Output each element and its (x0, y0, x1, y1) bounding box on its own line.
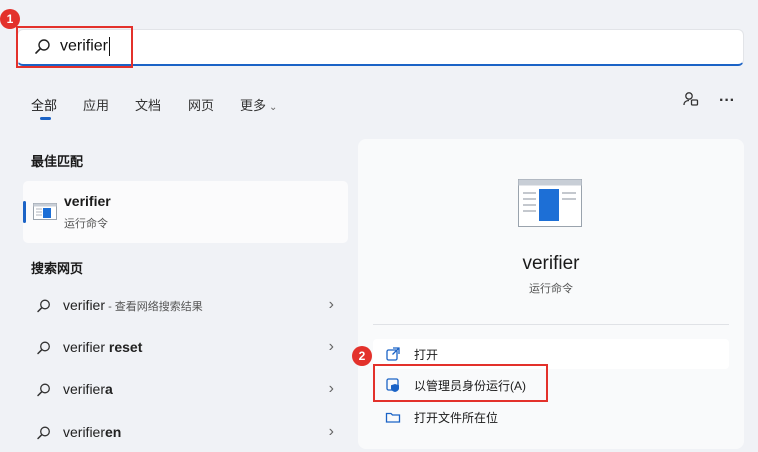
chevron-right-icon: › (328, 380, 334, 397)
best-match-card[interactable] (23, 181, 348, 243)
more-options-icon[interactable]: ··· (715, 89, 739, 113)
open-external-icon (385, 346, 401, 362)
web-search-text: verifier - 查看网络搜索结果 (63, 297, 203, 313)
callout-badge-1: 1 (0, 9, 20, 29)
run-command-large-icon (518, 179, 582, 232)
tab-apps[interactable]: 应用 (83, 95, 109, 114)
search-icon (36, 298, 52, 314)
tab-documents[interactable]: 文档 (135, 95, 161, 114)
tab-all[interactable]: 全部 (31, 95, 57, 114)
chevron-right-icon: › (328, 296, 334, 313)
tab-more-label: 更多 (240, 98, 267, 113)
search-icon (36, 382, 52, 398)
tab-web[interactable]: 网页 (188, 95, 214, 114)
web-search-heading: 搜索网页 (31, 261, 84, 276)
chevron-right-icon: › (328, 423, 334, 440)
open-file-location-label: 打开文件所在位 (414, 411, 499, 425)
chevron-down-icon: ⌄ (269, 102, 278, 113)
search-icon (36, 425, 52, 441)
best-match-title: verifier (64, 193, 111, 209)
callout-box-run-as-admin (373, 364, 548, 402)
web-search-text: verifieren (63, 424, 122, 440)
preview-title: verifier (522, 253, 580, 274)
best-match-heading: 最佳匹配 (31, 154, 84, 169)
run-command-icon (33, 203, 57, 225)
best-match-subtitle: 运行命令 (64, 218, 108, 230)
active-tab-indicator (40, 117, 51, 120)
callout-badge-2: 2 (352, 346, 372, 366)
account-switch-icon[interactable] (679, 90, 703, 114)
web-search-item[interactable]: verifieren › (23, 416, 348, 452)
selection-accent (23, 201, 26, 223)
tab-more[interactable]: 更多 ⌄ (240, 95, 277, 114)
folder-icon (385, 409, 401, 425)
open-file-location-action[interactable]: 打开文件所在位 (373, 402, 729, 432)
divider (373, 324, 729, 325)
callout-box-search (16, 26, 133, 68)
search-icon (36, 340, 52, 356)
preview-subtitle: 运行命令 (529, 283, 573, 295)
web-search-item[interactable]: verifier - 查看网络搜索结果 › (23, 289, 348, 325)
chevron-right-icon: › (328, 338, 334, 355)
web-search-text: verifier reset (63, 339, 143, 355)
web-search-text: verifiera (63, 381, 113, 397)
web-search-item[interactable]: verifiera › (23, 373, 348, 409)
open-action-label: 打开 (414, 348, 439, 362)
web-search-item[interactable]: verifier reset › (23, 331, 348, 367)
